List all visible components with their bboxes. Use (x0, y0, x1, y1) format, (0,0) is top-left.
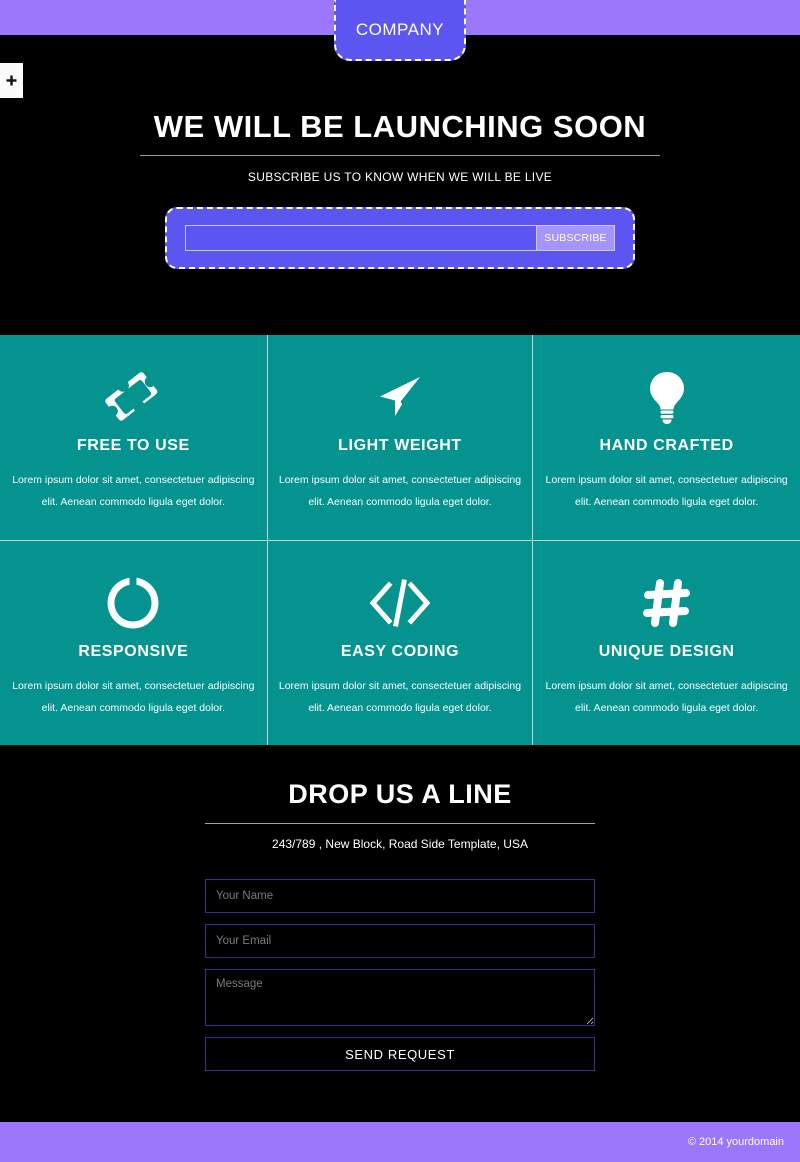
email-input[interactable] (205, 924, 595, 958)
feature-title: LIGHT WEIGHT (338, 437, 462, 454)
hero-section: WE WILL BE LAUNCHING SOON SUBSCRIBE US T… (0, 35, 800, 335)
feature-description: Lorem ipsum dolor sit amet, consectetuer… (545, 680, 788, 714)
subscribe-form: SUBSCRIBE (165, 207, 635, 269)
feature-card-free-to-use: FREE TO USE Lorem ipsum dolor sit amet, … (0, 335, 267, 540)
feature-card-responsive: RESPONSIVE Lorem ipsum dolor sit amet, c… (0, 540, 267, 745)
name-input[interactable] (205, 879, 595, 913)
hashtag-icon (641, 575, 693, 631)
company-logo-label: COMPANY (355, 19, 445, 39)
send-request-button[interactable]: SEND REQUEST (205, 1037, 595, 1071)
plus-icon (6, 75, 17, 86)
ticket-icon (105, 369, 161, 425)
feature-card-unique-design: UNIQUE DESIGN Lorem ipsum dolor sit amet… (533, 540, 800, 745)
feature-card-light-weight: LIGHT WEIGHT Lorem ipsum dolor sit amet,… (266, 335, 534, 540)
contact-divider (205, 823, 595, 824)
feature-title: EASY CODING (340, 643, 460, 660)
contact-section: DROP US A LINE 243/789 , New Block, Road… (0, 745, 800, 1122)
sidebar-expand-toggle[interactable] (0, 63, 23, 98)
feature-card-easy-coding: EASY CODING Lorem ipsum dolor sit amet, … (266, 540, 534, 745)
feature-card-hand-crafted: HAND CRAFTED Lorem ipsum dolor sit amet,… (533, 335, 800, 540)
contact-form: SEND REQUEST (205, 879, 595, 1071)
hero-subtitle: SUBSCRIBE US TO KNOW WHEN WE WILL BE LIV… (247, 170, 553, 184)
features-section: FREE TO USE Lorem ipsum dolor sit amet, … (0, 335, 800, 745)
message-textarea[interactable] (205, 969, 595, 1026)
lightbulb-icon (644, 369, 690, 425)
feature-description: Lorem ipsum dolor sit amet, consectetuer… (278, 680, 522, 714)
hero-divider (140, 155, 660, 156)
page-title: WE WILL BE LAUNCHING SOON (153, 109, 647, 144)
contact-title: DROP US A LINE (288, 779, 512, 809)
feature-description: Lorem ipsum dolor sit amet, consectetuer… (12, 680, 255, 714)
feature-title: RESPONSIVE (78, 643, 189, 660)
feature-title: FREE TO USE (76, 437, 190, 454)
circle-ring-icon (107, 575, 159, 631)
feature-description: Lorem ipsum dolor sit amet, consectetuer… (12, 474, 255, 508)
company-logo-badge[interactable]: COMPANY (334, 0, 466, 61)
feature-description: Lorem ipsum dolor sit amet, consectetuer… (278, 474, 522, 508)
footer-bar: © 2014 yourdomain (0, 1122, 800, 1162)
code-brackets-icon (369, 575, 431, 631)
paper-plane-icon (374, 369, 426, 425)
contact-address: 243/789 , New Block, Road Side Template,… (272, 837, 528, 851)
feature-title: HAND CRAFTED (599, 437, 734, 454)
landing-page: COMPANY WE WILL BE LAUNCHING SOON SUBSCR… (0, 0, 800, 1162)
subscribe-button[interactable]: SUBSCRIBE (536, 225, 615, 251)
copyright-text: © 2014 yourdomain (687, 1136, 784, 1148)
feature-description: Lorem ipsum dolor sit amet, consectetuer… (545, 474, 788, 508)
subscribe-input-group: SUBSCRIBE (185, 225, 615, 251)
feature-title: UNIQUE DESIGN (598, 643, 735, 660)
subscribe-email-input[interactable] (185, 225, 536, 251)
